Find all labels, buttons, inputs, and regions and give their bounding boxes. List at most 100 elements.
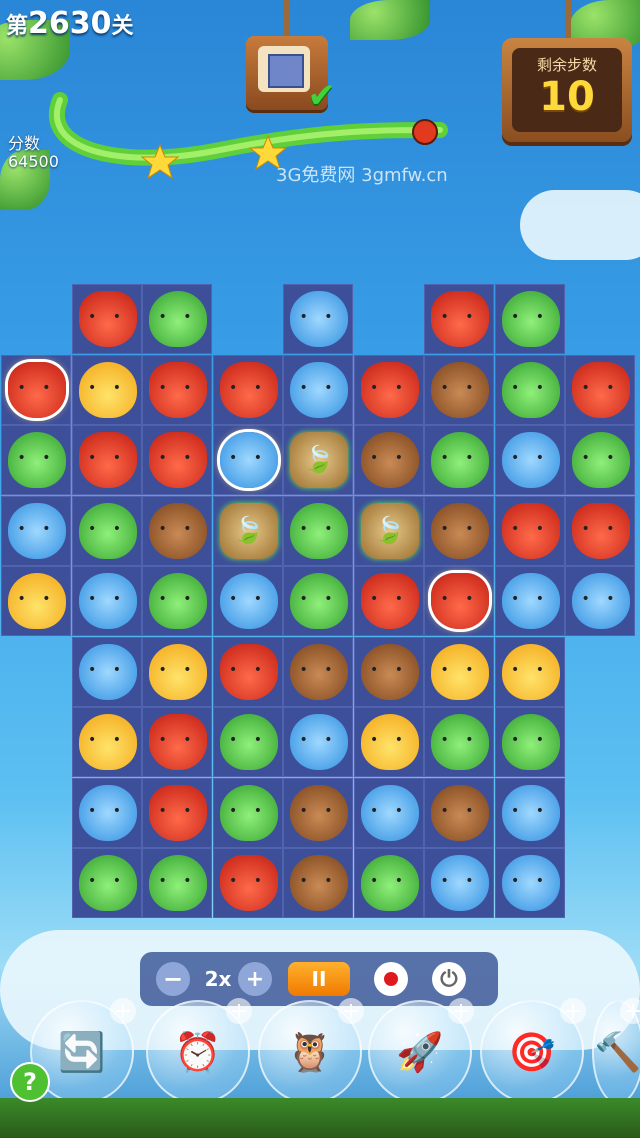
board-cell[interactable]: • • — [283, 284, 353, 354]
fox-icon: • • — [219, 361, 278, 418]
time-booster[interactable]: ⏰ + — [146, 998, 252, 1104]
board-cell[interactable]: • • — [353, 566, 424, 636]
board-cell[interactable]: • • — [142, 777, 212, 848]
add-booster-button[interactable]: + — [226, 998, 252, 1024]
board-cell[interactable]: • • — [283, 354, 353, 425]
board-cell[interactable]: • • — [494, 636, 565, 707]
board-cell[interactable]: • • — [212, 707, 283, 777]
board-cell[interactable]: • • — [353, 425, 424, 495]
board-cell[interactable]: • • — [142, 566, 212, 636]
board-cell[interactable]: • • — [565, 495, 635, 566]
board-cell[interactable]: • • — [565, 425, 635, 495]
board-cell[interactable]: • • — [424, 636, 494, 707]
board-cell[interactable]: • • — [424, 284, 494, 354]
board-cell[interactable]: • • — [142, 848, 212, 918]
board-cell[interactable]: • • — [71, 636, 142, 707]
board-cell[interactable]: • • — [424, 848, 494, 918]
board-cell[interactable]: • • — [283, 566, 353, 636]
board-cell[interactable]: • • — [494, 425, 565, 495]
board-cell[interactable]: • • — [71, 777, 142, 848]
board-cell[interactable]: • • — [353, 707, 424, 777]
board-cell[interactable]: • • — [494, 848, 565, 918]
board-cell[interactable]: • • — [424, 566, 494, 636]
help-button[interactable]: ? — [10, 1062, 50, 1102]
board-cell[interactable]: • • — [565, 566, 635, 636]
board-cell[interactable]: • • — [565, 354, 635, 425]
board-cell[interactable]: 🍃 — [283, 425, 353, 495]
frog-icon: • • — [219, 784, 278, 841]
board-cell[interactable]: 🍃 — [212, 495, 283, 566]
missile-booster[interactable]: 🎯 + — [480, 998, 586, 1104]
board-cell[interactable]: • • — [494, 566, 565, 636]
fox-icon: • • — [360, 361, 419, 418]
board-cell[interactable]: • • — [494, 354, 565, 425]
add-booster-button[interactable]: + — [448, 998, 474, 1024]
board-cell[interactable]: • • — [353, 848, 424, 918]
record-button[interactable] — [374, 962, 408, 996]
board-cell[interactable]: • • — [494, 707, 565, 777]
chick-icon: • • — [78, 361, 137, 418]
hammer-booster[interactable]: 🔨 + — [592, 998, 640, 1104]
board-cell[interactable]: • • — [142, 354, 212, 425]
add-booster-button[interactable]: + — [560, 998, 586, 1024]
board-cell[interactable]: • • — [1, 495, 71, 566]
board-cell[interactable]: • • — [71, 354, 142, 425]
frog-icon: • • — [8, 432, 66, 488]
rocket-booster[interactable]: 🚀 + — [368, 998, 474, 1104]
board-cell[interactable]: • • — [494, 777, 565, 848]
fox-icon: • • — [149, 361, 207, 418]
power-button[interactable]: ⏻ — [432, 962, 466, 996]
board-cell[interactable]: • • — [212, 354, 283, 425]
board-cell[interactable]: • • — [212, 848, 283, 918]
speed-down-button[interactable]: − — [156, 962, 190, 996]
hippo-icon: • • — [290, 291, 348, 347]
board-cell[interactable]: • • — [494, 284, 565, 354]
board-cell[interactable]: • • — [212, 777, 283, 848]
board-cell[interactable]: • • — [283, 848, 353, 918]
frog-icon: • • — [78, 855, 137, 911]
board-cell[interactable]: • • — [71, 284, 142, 354]
board-cell[interactable]: • • — [142, 284, 212, 354]
swap-booster[interactable]: 🦉 + — [258, 998, 364, 1104]
add-booster-button[interactable]: + — [110, 998, 136, 1024]
board-cell[interactable]: • • — [212, 425, 283, 495]
board-cell[interactable]: • • — [424, 707, 494, 777]
board-cell[interactable]: • • — [71, 495, 142, 566]
board-cell[interactable]: • • — [142, 495, 212, 566]
chick-icon: • • — [8, 573, 66, 629]
pause-button[interactable]: II — [288, 962, 350, 996]
board-cell[interactable]: • • — [212, 636, 283, 707]
board-cell[interactable]: • • — [424, 495, 494, 566]
board-cell[interactable]: • • — [71, 566, 142, 636]
board-cell[interactable]: • • — [353, 777, 424, 848]
frog-icon: • • — [219, 714, 278, 770]
board-cell[interactable]: • • — [212, 566, 283, 636]
shuffle-booster-icon: 🔄 — [58, 1029, 106, 1074]
board-cell[interactable]: • • — [353, 636, 424, 707]
add-booster-button[interactable]: + — [620, 998, 640, 1024]
fox-icon: • • — [78, 291, 137, 347]
board-cell[interactable]: • • — [142, 707, 212, 777]
board-cell[interactable]: • • — [353, 354, 424, 425]
board-cell[interactable]: • • — [283, 495, 353, 566]
board-cell[interactable]: • • — [142, 636, 212, 707]
board-cell[interactable]: • • — [1, 354, 71, 425]
board-cell[interactable]: • • — [1, 425, 71, 495]
board-cell[interactable]: • • — [71, 425, 142, 495]
board-cell[interactable]: • • — [424, 425, 494, 495]
frog-icon: • • — [501, 291, 560, 347]
board-cell[interactable]: • • — [283, 777, 353, 848]
board-cell[interactable]: • • — [71, 707, 142, 777]
board-cell[interactable]: • • — [424, 354, 494, 425]
board-cell[interactable]: • • — [71, 848, 142, 918]
board-cell[interactable]: • • — [283, 707, 353, 777]
board-cell[interactable]: • • — [142, 425, 212, 495]
fox-icon: • • — [572, 502, 630, 559]
add-booster-button[interactable]: + — [338, 998, 364, 1024]
board-cell[interactable]: • • — [494, 495, 565, 566]
board-cell[interactable]: 🍃 — [353, 495, 424, 566]
board-cell[interactable]: • • — [1, 566, 71, 636]
board-cell[interactable]: • • — [283, 636, 353, 707]
board-cell[interactable]: • • — [424, 777, 494, 848]
speed-up-button[interactable]: + — [238, 962, 272, 996]
